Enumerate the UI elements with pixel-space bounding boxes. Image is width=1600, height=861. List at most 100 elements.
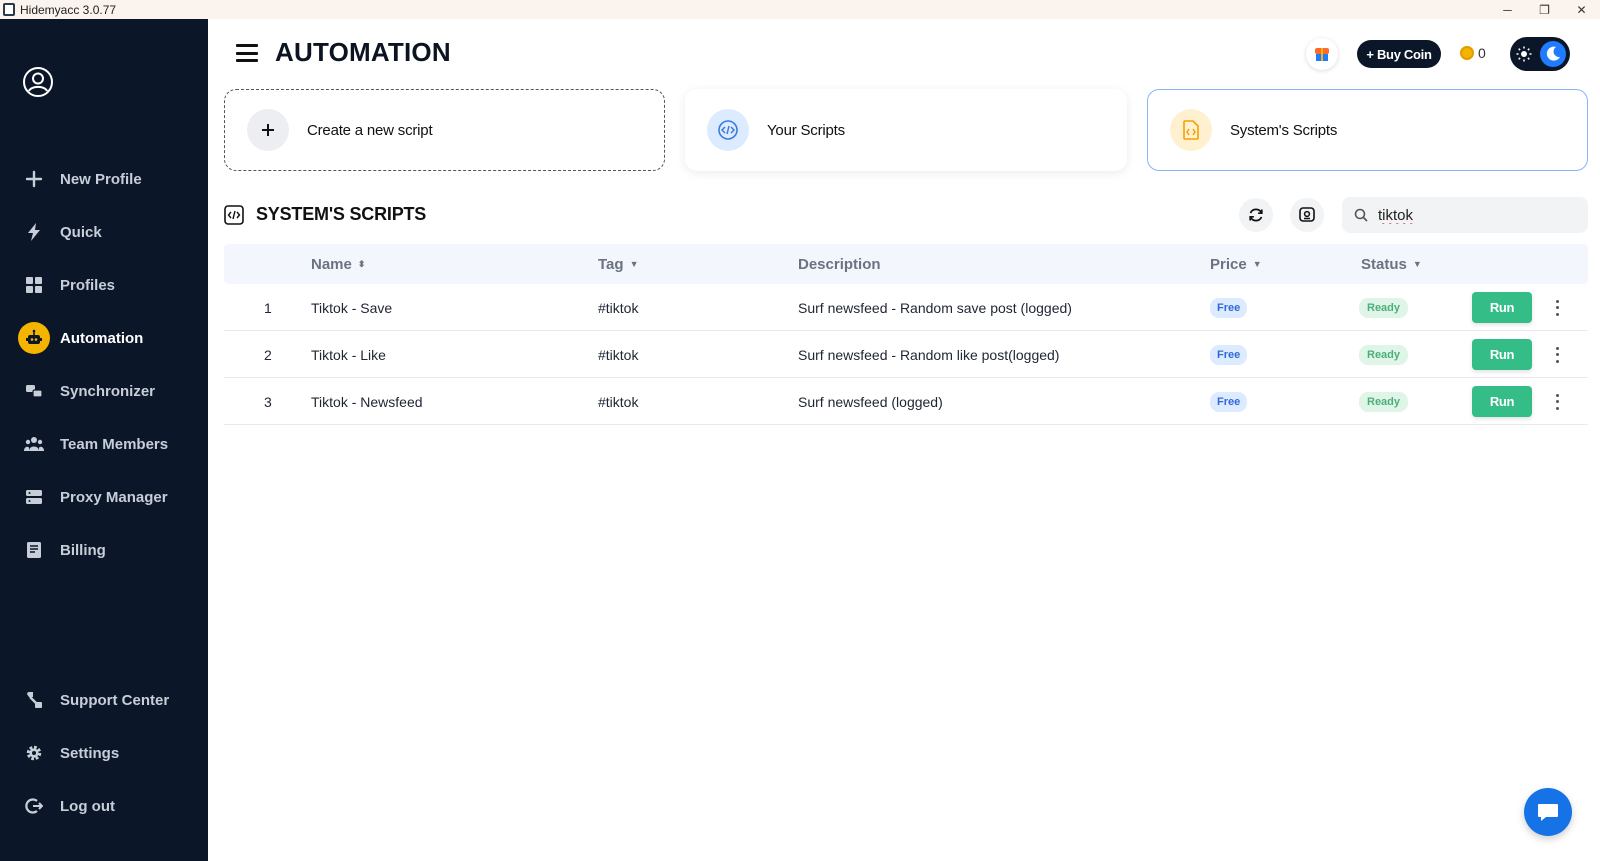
column-description: Description (798, 244, 881, 284)
your-scripts-card[interactable]: Your Scripts (685, 89, 1127, 171)
price-badge: Free (1210, 344, 1248, 365)
column-label: Status (1361, 255, 1407, 273)
sidebar-item-proxy-manager[interactable]: Proxy Manager (18, 480, 168, 514)
window-title: Hidemyacc 3.0.77 (20, 2, 117, 17)
sidebar-item-label: New Profile (60, 170, 142, 188)
plus-icon (18, 163, 50, 195)
plus-icon (247, 109, 289, 151)
sidebar-item-profiles[interactable]: Profiles (18, 268, 115, 302)
column-price[interactable]: Price ▼ (1210, 244, 1262, 284)
lightning-icon (18, 216, 50, 248)
card-label: System's Scripts (1230, 121, 1338, 139)
user-avatar-icon[interactable] (22, 66, 54, 98)
row-index: 1 (264, 299, 272, 316)
gear-icon (18, 737, 50, 769)
row-description: Surf newsfeed - Random save post (logged… (798, 299, 1072, 316)
table-header: Name ⬍ Tag ▼ Description Price ▼ Status ▼ (224, 244, 1588, 284)
row-description: Surf newsfeed (logged) (798, 393, 943, 410)
sidebar-item-label: Settings (60, 744, 120, 762)
sidebar-item-label: Quick (60, 223, 102, 241)
sidebar-item-label: Profiles (60, 276, 116, 294)
caret-down-icon: ▼ (629, 259, 639, 269)
systems-scripts-card[interactable]: System's Scripts (1147, 89, 1588, 171)
create-script-card[interactable]: Create a new script (224, 89, 665, 171)
scripts-table: Name ⬍ Tag ▼ Description Price ▼ Status ▼ 1 … (224, 244, 1588, 425)
sidebar-item-quick[interactable]: Quick (18, 215, 102, 249)
sync-icon (18, 375, 50, 407)
sidebar-item-label: Support Center (60, 691, 170, 709)
support-icon (18, 684, 50, 716)
buy-coin-button[interactable]: + Buy Coin (1357, 40, 1441, 68)
table-row: 3 Tiktok - Newsfeed #tiktok Surf newsfee… (224, 378, 1588, 425)
card-label: Your Scripts (767, 121, 845, 139)
column-name[interactable]: Name ⬍ (311, 244, 365, 284)
logout-icon (18, 790, 50, 822)
column-tag[interactable]: Tag ▼ (598, 244, 638, 284)
app-icon (3, 3, 15, 16)
price-badge: Free (1210, 297, 1248, 318)
monitor-icon (1299, 207, 1315, 222)
server-icon (18, 481, 50, 513)
sidebar-item-automation[interactable]: Automation (18, 321, 143, 355)
more-options-icon[interactable] (1549, 345, 1565, 365)
code-icon (707, 109, 749, 151)
gift-icon[interactable] (1306, 38, 1338, 70)
section-title: SYSTEM'S SCRIPTS (256, 204, 427, 224)
search-icon (1354, 208, 1368, 222)
refresh-button[interactable] (1239, 198, 1273, 232)
close-button[interactable]: ✕ (1563, 0, 1600, 19)
price-badge: Free (1210, 391, 1248, 412)
team-icon (18, 428, 50, 460)
column-label: Name (311, 255, 352, 273)
column-status[interactable]: Status ▼ (1361, 244, 1422, 284)
sidebar-item-new-profile[interactable]: New Profile (18, 162, 142, 196)
status-badge: Ready (1359, 391, 1409, 412)
row-tag: #tiktok (598, 393, 639, 410)
sun-icon (1514, 44, 1534, 64)
caret-down-icon: ▼ (1412, 259, 1422, 269)
sidebar-item-label: Log out (60, 797, 115, 815)
hamburger-menu-icon[interactable] (236, 44, 258, 62)
card-label: Create a new script (307, 121, 433, 139)
run-button[interactable]: Run (1472, 386, 1532, 417)
more-options-icon[interactable] (1549, 392, 1565, 412)
page-title: AUTOMATION (275, 37, 451, 67)
coin-balance: 0 (1460, 45, 1486, 61)
run-button[interactable]: Run (1472, 292, 1532, 323)
sidebar-item-team-members[interactable]: Team Members (18, 427, 168, 461)
column-label: Tag (598, 255, 624, 273)
table-row: 1 Tiktok - Save #tiktok Surf newsfeed - … (224, 284, 1588, 331)
run-button[interactable]: Run (1472, 339, 1532, 370)
row-index: 3 (264, 393, 272, 410)
moon-icon (1540, 41, 1566, 67)
coin-balance-value: 0 (1478, 45, 1486, 61)
row-index: 2 (264, 346, 272, 363)
chat-support-button[interactable] (1524, 788, 1572, 836)
code-file-icon (1170, 109, 1212, 151)
sidebar: New Profile Quick Profiles Automation Sy… (0, 19, 208, 861)
more-options-icon[interactable] (1549, 298, 1565, 318)
sidebar-item-label: Automation (60, 329, 144, 347)
chat-bubble-icon (1538, 804, 1558, 821)
restore-button[interactable]: ❐ (1526, 0, 1563, 19)
refresh-icon (1249, 208, 1263, 222)
robot-icon (18, 322, 50, 354)
sidebar-item-label: Proxy Manager (60, 488, 168, 506)
window-controls: ─ ❐ ✕ (1489, 0, 1600, 19)
minimize-button[interactable]: ─ (1489, 0, 1526, 19)
sidebar-item-synchronizer[interactable]: Synchronizer (18, 374, 155, 408)
sidebar-item-label: Billing (60, 541, 106, 559)
search-box (1342, 197, 1588, 233)
theme-toggle[interactable] (1510, 37, 1570, 71)
search-input[interactable] (1378, 206, 1568, 224)
sort-icon: ⬍ (357, 258, 366, 269)
status-badge: Ready (1359, 297, 1409, 318)
sidebar-item-settings[interactable]: Settings (18, 736, 119, 770)
row-name: Tiktok - Newsfeed (311, 393, 423, 410)
column-label: Price (1210, 255, 1247, 273)
sidebar-item-support-center[interactable]: Support Center (18, 683, 169, 717)
import-script-button[interactable] (1290, 198, 1324, 232)
column-label: Description (798, 255, 881, 273)
sidebar-item-log-out[interactable]: Log out (18, 789, 115, 823)
sidebar-item-billing[interactable]: Billing (18, 533, 106, 567)
